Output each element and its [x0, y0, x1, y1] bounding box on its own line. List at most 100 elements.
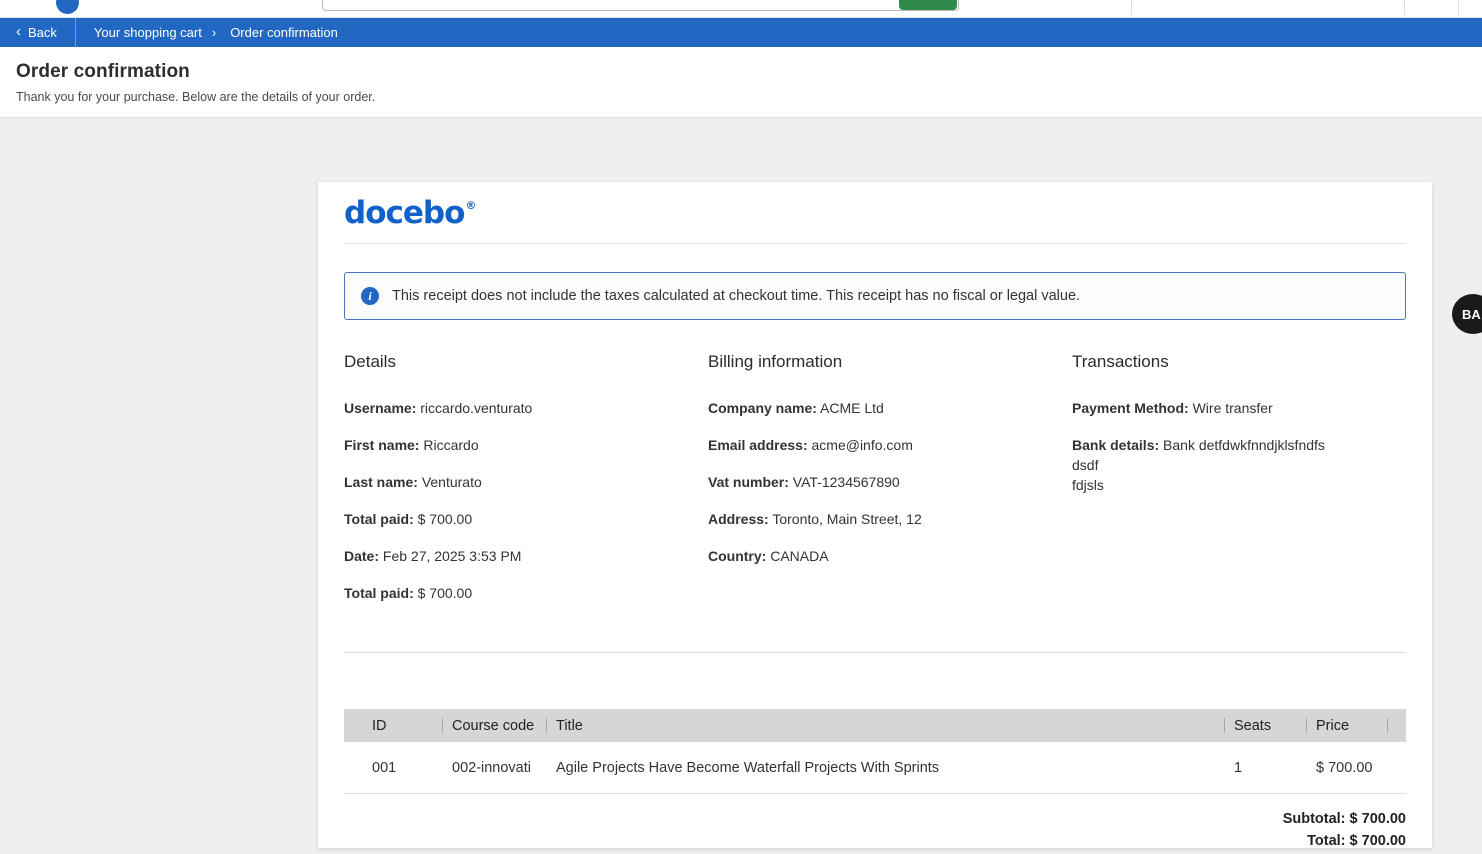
column-header-price: Price: [1306, 709, 1388, 742]
column-header-label: Price: [1316, 718, 1349, 734]
back-label: Back: [28, 25, 57, 40]
billing-row-vat: Vat number: VAT-1234567890: [708, 472, 1072, 492]
kv-value: VAT-1234567890: [793, 474, 900, 490]
header-divider: [1131, 0, 1132, 15]
notice-text: This receipt does not include the taxes …: [392, 288, 1080, 304]
billing-section: Billing information Company name: ACME L…: [708, 352, 1072, 620]
cell-course-code: 002-innovati: [442, 760, 546, 776]
transaction-row-payment-method: Payment Method: Wire transfer: [1072, 398, 1406, 418]
subtotal-value: $ 700.00: [1350, 811, 1406, 827]
info-icon: i: [361, 287, 379, 305]
detail-row-total-paid: Total paid: $ 700.00: [344, 509, 708, 529]
section-divider: [344, 652, 1406, 653]
kv-label: Address:: [708, 511, 769, 527]
kv-label: Country:: [708, 548, 766, 564]
column-separator: [1224, 718, 1225, 733]
top-header: [0, 0, 1482, 18]
notice-banner: i This receipt does not include the taxe…: [344, 272, 1406, 320]
billing-row-country: Country: CANADA: [708, 546, 1072, 566]
kv-label: Bank details:: [1072, 437, 1159, 453]
receipt-logo-row: docebo®: [344, 182, 1406, 244]
breadcrumb-bar: ‹ Back Your shopping cart › Order confir…: [0, 18, 1482, 47]
table-header-row: ID Course code Title Seats Price: [344, 709, 1406, 742]
totals: Subtotal: $ 700.00 Total: $ 700.00: [344, 811, 1406, 849]
transactions-section: Transactions Payment Method: Wire transf…: [1072, 352, 1406, 620]
kv-value: $ 700.00: [418, 511, 473, 527]
kv-label: Email address:: [708, 437, 808, 453]
transactions-title: Transactions: [1072, 352, 1406, 372]
total-value: $ 700.00: [1350, 833, 1406, 849]
column-header-label: Seats: [1234, 718, 1271, 734]
kv-value: ACME Ltd: [820, 400, 884, 416]
content-area: docebo® i This receipt does not include …: [0, 118, 1482, 854]
header-divider: [1404, 0, 1405, 15]
page-subtitle: Thank you for your purchase. Below are t…: [16, 90, 1466, 104]
kv-value: Toronto, Main Street, 12: [772, 511, 921, 527]
kv-label: Vat number:: [708, 474, 789, 490]
detail-row-total-paid-2: Total paid: $ 700.00: [344, 583, 708, 603]
platform-logo-icon[interactable]: [56, 0, 79, 14]
subtotal-line: Subtotal: $ 700.00: [344, 811, 1406, 827]
column-header-id: ID: [344, 709, 442, 742]
kv-value: Riccardo: [423, 437, 478, 453]
search-submit-button[interactable]: [899, 0, 957, 10]
kv-value: Feb 27, 2025 3:53 PM: [383, 548, 522, 564]
docebo-logo-text: docebo: [344, 195, 464, 231]
total-line: Total: $ 700.00: [344, 833, 1406, 849]
column-header-label: Course code: [452, 718, 534, 734]
header-divider: [1458, 0, 1459, 15]
back-button[interactable]: ‹ Back: [0, 18, 75, 47]
kv-value: riccardo.venturato: [420, 400, 532, 416]
column-separator: [1306, 718, 1307, 733]
kv-value: Wire transfer: [1193, 400, 1273, 416]
kv-label: Date:: [344, 548, 379, 564]
kv-value: acme@info.com: [812, 437, 913, 453]
table-row: 001 002-innovati Agile Projects Have Bec…: [344, 742, 1406, 794]
breadcrumb-item-shopping-cart[interactable]: Your shopping cart: [76, 25, 208, 40]
billing-row-company: Company name: ACME Ltd: [708, 398, 1072, 418]
details-section: Details Username: riccardo.venturato Fir…: [344, 352, 708, 620]
chevron-left-icon: ‹: [16, 24, 21, 39]
page-title: Order confirmation: [16, 61, 1466, 83]
receipt-columns: Details Username: riccardo.venturato Fir…: [344, 352, 1406, 620]
column-header-label: ID: [372, 718, 387, 734]
transaction-row-bank-details: Bank details: Bank detfdwkfnndjklsfndfs …: [1072, 435, 1406, 495]
column-header-seats: Seats: [1224, 709, 1306, 742]
detail-row-username: Username: riccardo.venturato: [344, 398, 708, 418]
cell-title: Agile Projects Have Become Waterfall Pro…: [546, 760, 1224, 776]
kv-label: Username:: [344, 400, 416, 416]
floating-badge-button[interactable]: BA: [1452, 294, 1482, 334]
column-separator: [442, 718, 443, 733]
cell-price: $ 700.00: [1306, 760, 1388, 776]
billing-title: Billing information: [708, 352, 1072, 372]
details-title: Details: [344, 352, 708, 372]
kv-value: Venturato: [422, 474, 482, 490]
docebo-logo: docebo®: [344, 195, 475, 231]
detail-row-first-name: First name: Riccardo: [344, 435, 708, 455]
total-label: Total:: [1307, 833, 1349, 849]
kv-label: Total paid:: [344, 585, 414, 601]
page-header: Order confirmation Thank you for your pu…: [0, 47, 1482, 118]
cell-id: 001: [344, 760, 442, 776]
column-header-label: Title: [556, 718, 583, 734]
column-separator: [546, 718, 547, 733]
column-header-title: Title: [546, 709, 1224, 742]
receipt-card: docebo® i This receipt does not include …: [318, 182, 1432, 848]
column-header-spacer: [1388, 709, 1406, 742]
kv-value: $ 700.00: [418, 585, 473, 601]
global-search-input[interactable]: [322, 0, 959, 11]
page: ‹ Back Your shopping cart › Order confir…: [0, 0, 1482, 854]
kv-label: Company name:: [708, 400, 817, 416]
kv-label: Last name:: [344, 474, 418, 490]
kv-value: CANADA: [770, 548, 828, 564]
kv-label: Payment Method:: [1072, 400, 1189, 416]
breadcrumb-item-order-confirmation: Order confirmation: [220, 25, 344, 40]
billing-row-address: Address: Toronto, Main Street, 12: [708, 509, 1072, 529]
subtotal-label: Subtotal:: [1283, 811, 1350, 827]
chevron-right-icon: ›: [208, 25, 220, 40]
kv-label: Total paid:: [344, 511, 414, 527]
order-table: ID Course code Title Seats Price 001 002…: [344, 709, 1406, 794]
column-header-course-code: Course code: [442, 709, 546, 742]
kv-label: First name:: [344, 437, 419, 453]
detail-row-last-name: Last name: Venturato: [344, 472, 708, 492]
